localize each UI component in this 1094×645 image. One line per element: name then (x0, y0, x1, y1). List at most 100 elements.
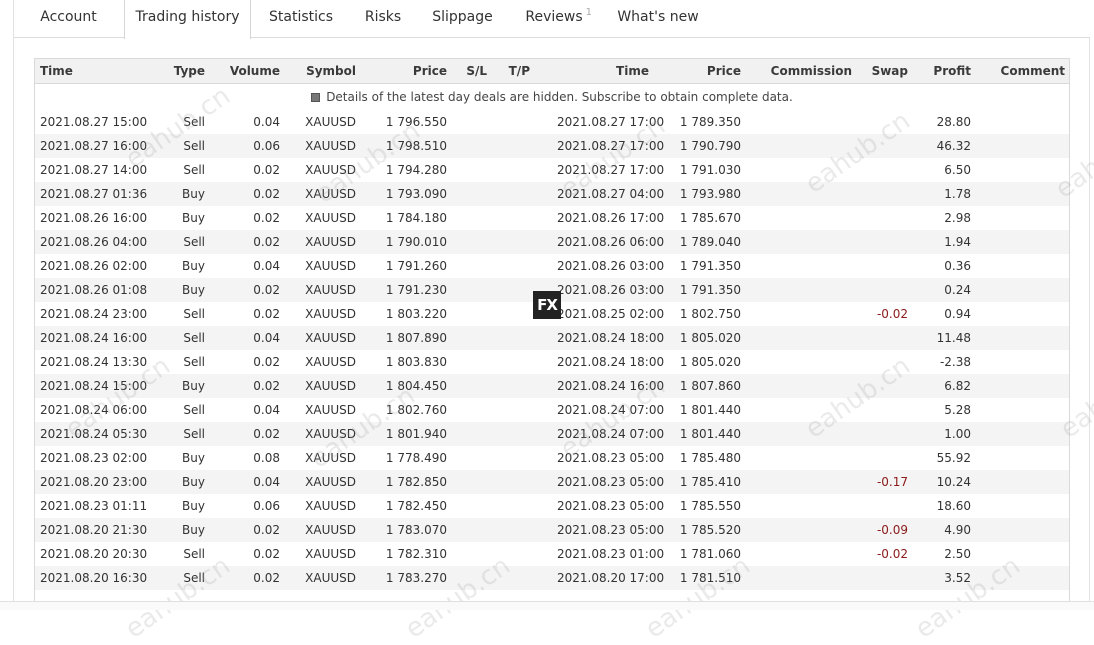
col-header-close-price[interactable]: Price (675, 59, 741, 83)
cell-open-time: 2021.08.24 13:30 (40, 355, 148, 369)
cell-type: Buy (182, 523, 205, 537)
cell-close-price: 1 781.510 (679, 571, 741, 585)
col-header-type[interactable]: Type (165, 59, 205, 83)
cell-profit: 0.94 (944, 307, 971, 321)
cell-close-time: 2021.08.23 05:00 (557, 499, 665, 513)
cell-open-time: 2021.08.27 16:00 (40, 139, 148, 153)
cell-swap (865, 422, 908, 446)
col-header-sl[interactable]: S/L (460, 59, 487, 83)
cell-price: 1 802.760 (385, 403, 447, 417)
cell-swap (865, 398, 908, 422)
cell-close-price: 1 789.040 (679, 235, 741, 249)
cell-open-time: 2021.08.26 16:00 (40, 211, 148, 225)
cell-swap (865, 374, 908, 398)
cell-type: Sell (183, 547, 205, 561)
table-row: 2021.08.23 02:00 Buy 0.08 XAUUSD 1 778.490 20… (35, 446, 1069, 470)
cell-close-time: 2021.08.24 07:00 (557, 427, 665, 441)
tab-risks[interactable]: Risks (351, 0, 415, 38)
col-header-time[interactable]: Time (40, 59, 160, 83)
cell-volume: 0.02 (253, 283, 280, 297)
cell-price: 1 798.510 (385, 139, 447, 153)
tab-label: Reviews (525, 9, 583, 25)
col-header-price[interactable]: Price (375, 59, 447, 83)
cell-profit: -2.38 (939, 355, 971, 369)
col-header-symbol[interactable]: Symbol (303, 59, 356, 83)
cell-price: 1 782.310 (385, 547, 447, 561)
cell-type: Buy (182, 283, 205, 297)
tab-what-s-new[interactable]: What's new (598, 0, 718, 38)
cell-close-price: 1 805.020 (679, 331, 741, 345)
cell-open-time: 2021.08.20 16:30 (40, 571, 148, 585)
table-row: 2021.08.20 16:30 Sell 0.02 XAUUSD 1 783.270 2… (35, 566, 1069, 590)
col-header-profit[interactable]: Profit (925, 59, 971, 83)
cell-volume: 0.08 (253, 451, 280, 465)
tab-statistics[interactable]: Statistics (251, 0, 351, 38)
cell-type: Sell (183, 307, 205, 321)
cell-volume: 0.04 (253, 403, 280, 417)
cell-close-price: 1 791.350 (679, 259, 741, 273)
cell-close-time: 2021.08.23 05:00 (557, 451, 665, 465)
table-row: 2021.08.27 15:00 Sell 0.04 XAUUSD 1 796.550 2… (35, 110, 1069, 134)
cell-symbol: XAUUSD (305, 139, 356, 153)
tab-reviews[interactable]: Reviews 1 (510, 0, 598, 38)
cell-close-time: 2021.08.25 02:00 (557, 307, 665, 321)
cell-type: Buy (182, 211, 205, 225)
table-row: 2021.08.27 14:00 Sell 0.02 XAUUSD 1 794.280 2… (35, 158, 1069, 182)
cell-swap (865, 278, 908, 302)
cell-swap: -0.17 (876, 475, 908, 489)
cell-open-time: 2021.08.26 04:00 (40, 235, 148, 249)
cell-symbol: XAUUSD (305, 163, 356, 177)
tab-bar: Account Trading history Statistics Risks Sli… (13, 0, 1090, 39)
cell-open-time: 2021.08.24 16:00 (40, 331, 148, 345)
cell-price: 1 803.220 (385, 307, 447, 321)
cell-close-time: 2021.08.27 04:00 (557, 187, 665, 201)
col-header-swap[interactable]: Swap (865, 59, 908, 83)
table-row: 2021.08.24 16:00 Sell 0.04 XAUUSD 1 807.890 2… (35, 326, 1069, 350)
tab-trading-history[interactable]: Trading history (124, 0, 251, 39)
cell-swap (865, 206, 908, 230)
cell-price: 1 796.550 (385, 115, 447, 129)
cell-volume: 0.02 (253, 523, 280, 537)
tab-account[interactable]: Account (14, 0, 123, 38)
cell-swap: -0.02 (876, 547, 908, 561)
cell-volume: 0.06 (253, 499, 280, 513)
cell-open-time: 2021.08.24 15:00 (40, 379, 148, 393)
cell-type: Sell (183, 235, 205, 249)
cell-volume: 0.02 (253, 307, 280, 321)
cell-price: 1 783.070 (385, 523, 447, 537)
cell-profit: 55.92 (936, 451, 971, 465)
cell-type: Sell (183, 331, 205, 345)
cell-type: Sell (183, 163, 205, 177)
cell-price: 1 807.890 (385, 331, 447, 345)
cell-volume: 0.04 (253, 331, 280, 345)
table-row: 2021.08.24 15:00 Buy 0.02 XAUUSD 1 804.450 20… (35, 374, 1069, 398)
tab-label: What's new (617, 9, 699, 25)
cell-type: Buy (182, 475, 205, 489)
cell-volume: 0.02 (253, 547, 280, 561)
cell-profit: 3.52 (944, 571, 971, 585)
cell-profit: 1.78 (944, 187, 971, 201)
cell-profit: 5.28 (944, 403, 971, 417)
tab-label: Statistics (269, 9, 333, 25)
cell-profit: 0.24 (944, 283, 971, 297)
cell-swap (865, 158, 908, 182)
col-header-close-time[interactable]: Time (565, 59, 649, 83)
col-header-tp[interactable]: T/P (500, 59, 530, 83)
cell-swap (865, 446, 908, 470)
cell-open-time: 2021.08.23 01:11 (40, 499, 148, 513)
cell-close-time: 2021.08.23 05:00 (557, 523, 665, 537)
cell-symbol: XAUUSD (305, 475, 356, 489)
col-header-comment[interactable]: Comment (985, 59, 1065, 83)
table-row: 2021.08.24 13:30 Sell 0.02 XAUUSD 1 803.830 2… (35, 350, 1069, 374)
cell-volume: 0.02 (253, 163, 280, 177)
cell-swap (865, 494, 908, 518)
tab-label: Slippage (432, 9, 493, 25)
cell-open-time: 2021.08.20 20:30 (40, 547, 148, 561)
col-header-commission[interactable]: Commission (765, 59, 852, 83)
col-header-volume[interactable]: Volume (225, 59, 280, 83)
tab-slippage[interactable]: Slippage (415, 0, 510, 38)
cell-close-price: 1 805.020 (679, 355, 741, 369)
cell-symbol: XAUUSD (305, 427, 356, 441)
cell-close-price: 1 785.550 (679, 499, 741, 513)
cell-swap: -0.09 (876, 523, 908, 537)
